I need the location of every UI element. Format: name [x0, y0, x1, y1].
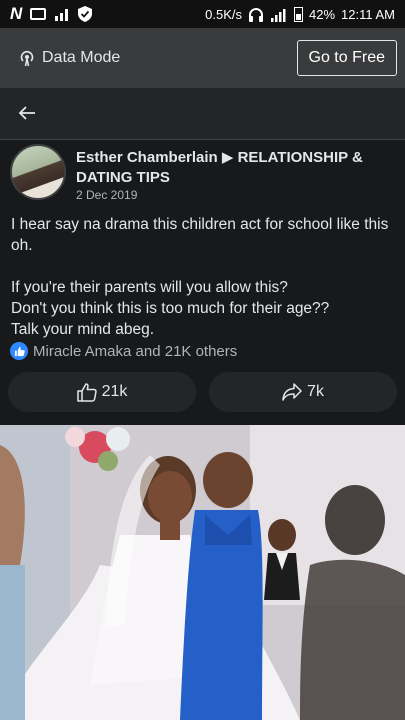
nav-header	[0, 88, 405, 140]
headphones-icon	[249, 7, 263, 22]
shield-icon	[78, 6, 93, 22]
battery-percent: 42%	[309, 6, 336, 22]
share-button[interactable]: 7k	[209, 372, 397, 412]
battery-icon	[294, 6, 303, 22]
post-text-line: Don't you think this is too much for the…	[11, 300, 330, 317]
like-reaction-icon	[10, 342, 28, 360]
post-text-line: If you're their parents will you allow t…	[11, 279, 288, 296]
post-author[interactable]: Esther Chamberlain ▶ RELATIONSHIP & DATI…	[76, 148, 396, 188]
thumbs-up-icon	[76, 382, 97, 402]
post-text-line: I hear say na drama this children act fo…	[11, 216, 389, 254]
clock: 12:11 AM	[341, 6, 395, 22]
status-bar: N 0.5K/s 42% 12:11 AM	[0, 0, 405, 28]
signal-icon	[55, 9, 69, 21]
image-icon	[30, 8, 47, 20]
reactions-summary[interactable]: Miracle Amaka and 21K others	[10, 342, 237, 360]
broadcast-icon	[20, 50, 34, 67]
post-text-line: Talk your mind abeg.	[11, 321, 155, 338]
avatar[interactable]	[10, 144, 66, 200]
share-arrow-icon	[282, 383, 302, 401]
net-speed: 0.5K/s	[205, 6, 242, 22]
back-arrow-icon[interactable]	[18, 105, 36, 121]
n-logo-icon: N	[10, 4, 23, 23]
post-photo[interactable]	[0, 425, 405, 720]
post-header: Esther Chamberlain ▶ RELATIONSHIP & DATI…	[0, 140, 405, 210]
like-button[interactable]: 21k	[8, 372, 196, 412]
data-mode-label: Data Mode	[42, 49, 121, 66]
like-count: 21k	[101, 383, 128, 400]
wedding-photo-image	[0, 425, 405, 720]
post-date[interactable]: 2 Dec 2019	[76, 188, 137, 202]
go-to-free-button[interactable]: Go to Free	[296, 40, 397, 76]
data-mode-bar: Data Mode Go to Free	[0, 28, 405, 88]
cell-signal-icon	[271, 8, 286, 22]
reactions-text: Miracle Amaka and 21K others	[33, 342, 238, 360]
share-count: 7k	[307, 383, 324, 400]
post-body: I hear say na drama this children act fo…	[11, 214, 396, 340]
